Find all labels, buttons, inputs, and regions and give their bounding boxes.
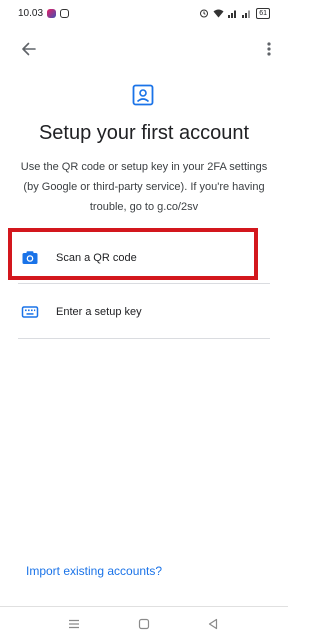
keyboard-icon <box>21 306 39 318</box>
app-bar <box>0 34 288 64</box>
status-right: 61 <box>199 7 270 19</box>
page-title: Setup your first account <box>38 122 250 144</box>
divider <box>18 283 270 284</box>
notification-app-icon <box>47 8 57 18</box>
arrow-back-icon[interactable] <box>19 39 39 59</box>
wifi-icon <box>213 9 224 18</box>
import-existing-accounts-link[interactable]: Import existing accounts? <box>26 564 162 578</box>
status-left: 10.03 <box>18 7 70 19</box>
back-icon[interactable] <box>206 617 220 631</box>
alarm-icon <box>200 9 209 18</box>
menu-icon[interactable] <box>67 617 81 631</box>
scan-qr-code-option[interactable]: Scan a QR code <box>18 234 270 282</box>
status-bar: 10.03 61 <box>0 0 288 26</box>
signal-icon <box>228 10 237 18</box>
instagram-icon <box>60 8 70 18</box>
more-vert-icon[interactable] <box>263 39 275 59</box>
status-time: 10.03 <box>18 7 44 19</box>
home-icon[interactable] <box>137 617 151 631</box>
divider <box>18 338 270 339</box>
battery-icon: 61 <box>256 7 270 19</box>
camera-icon <box>22 251 38 264</box>
account-box-icon <box>132 84 154 106</box>
enter-setup-key-label: Enter a setup key <box>56 306 142 318</box>
system-nav-bar <box>0 606 288 640</box>
enter-setup-key-option[interactable]: Enter a setup key <box>18 288 270 336</box>
signal-2-icon <box>242 10 251 18</box>
scan-qr-code-label: Scan a QR code <box>56 252 137 264</box>
page-description: Use the QR code or setup key in your 2FA… <box>20 161 268 213</box>
